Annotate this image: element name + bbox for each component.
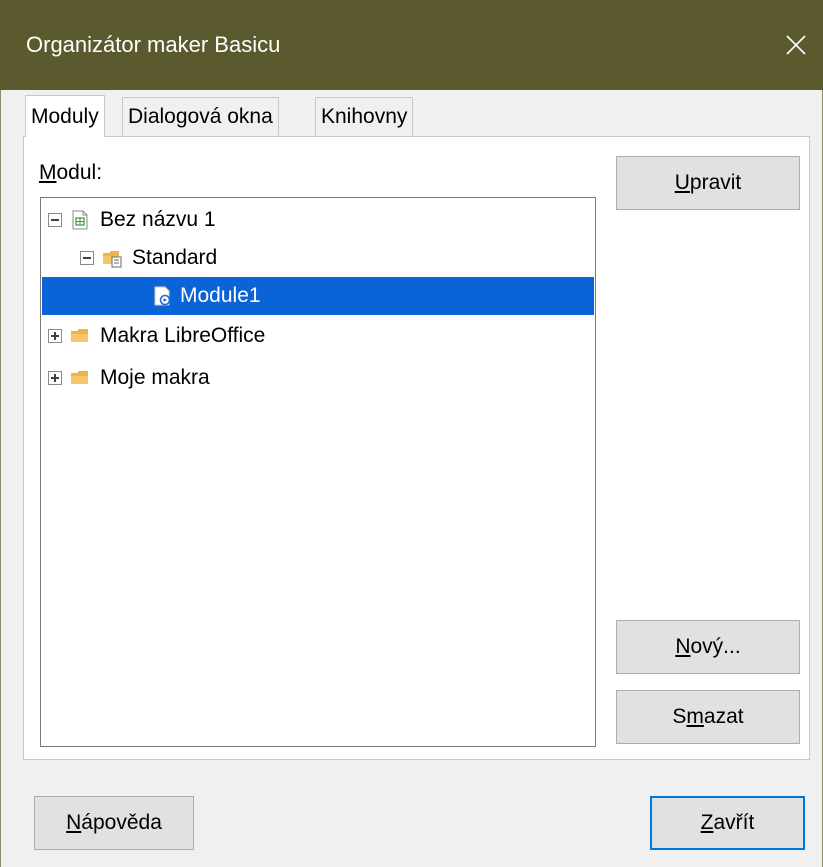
delete-button[interactable]: Smazat xyxy=(616,690,800,744)
mnemonic: M xyxy=(39,161,57,184)
tab-moduly[interactable]: Moduly xyxy=(25,95,105,137)
help-button[interactable]: Nápověda xyxy=(34,796,194,850)
collapse-icon[interactable] xyxy=(80,251,94,265)
tree-item-label: Moje makra xyxy=(100,366,210,389)
close-window-button[interactable] xyxy=(769,14,823,76)
collapse-icon[interactable] xyxy=(48,213,62,227)
basic-module-icon xyxy=(154,286,171,306)
button-label: avřít xyxy=(713,811,755,834)
title-bar: Organizátor maker Basicu xyxy=(0,0,823,90)
library-folder-icon xyxy=(103,251,122,268)
spreadsheet-document-icon xyxy=(72,210,88,230)
tree-item-makra-libreoffice[interactable]: Makra LibreOffice xyxy=(42,317,594,355)
tree-item-label: Makra LibreOffice xyxy=(100,324,266,347)
tab-label: Moduly xyxy=(31,105,99,128)
close-icon xyxy=(786,35,806,55)
tree-item-moje-makra[interactable]: Moje makra xyxy=(42,359,594,397)
mnemonic: N xyxy=(675,635,691,658)
window-title: Organizátor maker Basicu xyxy=(26,32,281,57)
tab-label: Dialogová okna xyxy=(128,105,273,128)
edit-button[interactable]: Upravit xyxy=(616,156,800,210)
tab-dialogova-okna[interactable]: Dialogová okna xyxy=(122,97,279,136)
mnemonic: N xyxy=(66,811,82,834)
folder-icon xyxy=(71,329,88,342)
expand-icon[interactable] xyxy=(48,371,62,385)
module-tree[interactable]: Bez názvu 1 Standard Module1 Makra Libre… xyxy=(40,197,596,747)
new-button[interactable]: Nový... xyxy=(616,620,800,674)
mnemonic: Z xyxy=(700,811,714,834)
tree-item-module1[interactable]: Module1 xyxy=(42,277,594,315)
mnemonic: U xyxy=(674,171,690,194)
expand-icon[interactable] xyxy=(48,329,62,343)
tab-knihovny[interactable]: Knihovny xyxy=(315,97,414,136)
window-border-left xyxy=(0,90,1,867)
tree-item-label: Standard xyxy=(132,246,218,269)
tree-item-standard[interactable]: Standard xyxy=(42,239,594,277)
tree-item-bez-nazvu-1[interactable]: Bez názvu 1 xyxy=(42,201,594,239)
button-label: azat xyxy=(703,705,744,728)
close-button[interactable]: Zavřít xyxy=(650,796,805,850)
button-label: pravit xyxy=(689,171,742,194)
module-list-label: Modul: xyxy=(39,160,102,186)
tree-item-label: Module1 xyxy=(180,284,261,307)
tree-item-label: Bez názvu 1 xyxy=(100,208,216,231)
tab-label: Knihovny xyxy=(321,105,408,128)
button-label: ápověda xyxy=(81,811,162,834)
button-label: ový... xyxy=(690,635,741,658)
folder-icon xyxy=(71,371,88,384)
mnemonic: m xyxy=(686,705,704,728)
button-label-prefix: S xyxy=(672,705,687,728)
label-text: odul: xyxy=(56,161,103,184)
